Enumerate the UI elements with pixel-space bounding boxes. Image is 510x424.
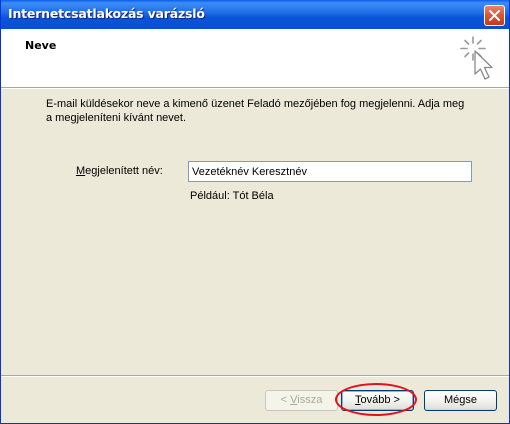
display-name-input[interactable]: [188, 161, 472, 182]
back-prefix: <: [280, 394, 291, 406]
close-button[interactable]: [484, 5, 505, 26]
label-text: egjelenített név:: [85, 165, 163, 177]
next-label: ovább >: [360, 394, 400, 406]
wizard-sparkle-cursor-icon: [460, 36, 493, 80]
cancel-button[interactable]: Mégse: [424, 390, 497, 411]
close-icon: [489, 10, 500, 21]
title-bar[interactable]: Internetcsatlakozás varázsló: [1, 0, 509, 29]
wizard-header: Neve: [1, 29, 509, 87]
header-separator: [1, 87, 509, 89]
description-text: E-mail küldésekor neve a kimenő üzenet F…: [46, 98, 465, 124]
back-label: issza: [297, 394, 323, 406]
footer-separator: [1, 375, 509, 377]
label-accelerator: M: [76, 165, 86, 177]
display-name-label: Megjelenített név:: [76, 165, 163, 177]
back-button[interactable]: < Vissza: [265, 390, 338, 411]
wizard-window: Internetcsatlakozás varázsló Neve E-mail…: [0, 0, 510, 424]
example-text: Például: Tót Béla: [190, 190, 274, 202]
next-button[interactable]: Tovább >: [341, 390, 414, 411]
page-title: Neve: [25, 39, 57, 52]
window-title: Internetcsatlakozás varázsló: [8, 6, 205, 21]
